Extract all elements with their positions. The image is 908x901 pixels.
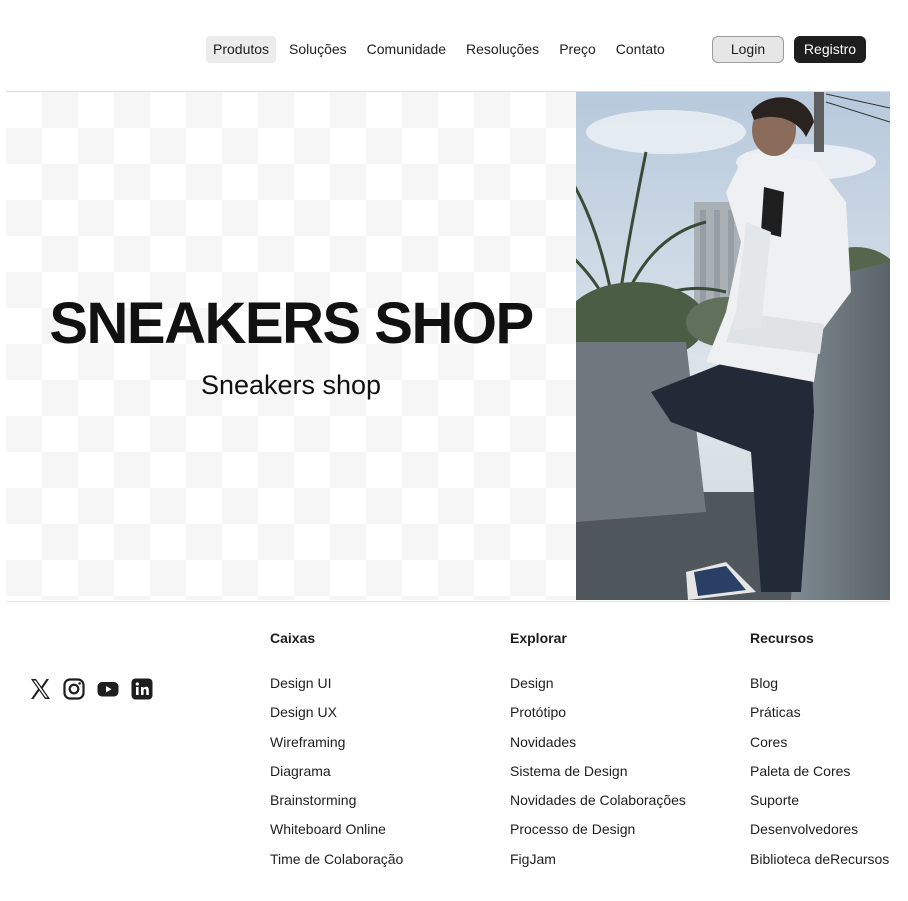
footer-column-recursos: Recursos Blog Práticas Cores Paleta de C… xyxy=(750,630,893,878)
hero-photo xyxy=(576,92,890,600)
nav-item-comunidade[interactable]: Comunidade xyxy=(360,36,453,63)
footer-column-caixas: Caixas Design UI Design UX Wireframing D… xyxy=(270,630,403,878)
nav-item-contato[interactable]: Contato xyxy=(609,36,672,63)
header: Produtos Soluções Comunidade Resoluções … xyxy=(0,0,908,91)
footer-column-explorar: Explorar Design Protótipo Novidades Sist… xyxy=(510,630,686,878)
footer-link[interactable]: Cores xyxy=(750,732,893,761)
footer-link[interactable]: Novidades xyxy=(510,732,686,761)
footer-link[interactable]: Sistema de Design xyxy=(510,761,686,790)
footer-link[interactable]: Design UI xyxy=(270,673,403,702)
hero-subtitle: Sneakers shop xyxy=(200,370,382,400)
login-button[interactable]: Login xyxy=(712,36,784,63)
footer-link[interactable]: Design xyxy=(510,673,686,702)
footer-link[interactable]: Paleta de Cores xyxy=(750,761,893,790)
footer-link[interactable]: Wireframing xyxy=(270,732,403,761)
nav-item-solucoes[interactable]: Soluções xyxy=(282,36,354,63)
footer-link[interactable]: Novidades de Colaborações xyxy=(510,790,686,819)
footer-link[interactable]: Time de Colaboração xyxy=(270,849,403,878)
footer-link[interactable]: FigJam xyxy=(510,849,686,878)
youtube-icon[interactable] xyxy=(96,677,120,701)
footer-column-title: Caixas xyxy=(270,630,316,646)
nav-item-produtos[interactable]: Produtos xyxy=(206,36,277,63)
nav-item-preco[interactable]: Preço xyxy=(552,36,603,63)
social-links xyxy=(28,677,164,701)
hero-title: SNEAKERS SHOP xyxy=(49,291,534,356)
nav-item-resolucoes[interactable]: Resoluções xyxy=(459,36,546,63)
footer-link[interactable]: Whiteboard Online xyxy=(270,819,403,848)
footer-link[interactable]: Desenvolvedores xyxy=(750,819,893,848)
footer-link[interactable]: Processo de Design xyxy=(510,819,686,848)
footer-link[interactable]: Design UX xyxy=(270,702,403,731)
x-icon[interactable] xyxy=(28,677,52,701)
footer-column-title: Explorar xyxy=(510,630,567,646)
hero-photo-illustration xyxy=(576,92,890,600)
footer-link[interactable]: Blog xyxy=(750,673,893,702)
footer-link[interactable]: Práticas xyxy=(750,702,893,731)
register-button[interactable]: Registro xyxy=(794,36,866,63)
instagram-icon[interactable] xyxy=(62,677,86,701)
footer-link[interactable]: Diagrama xyxy=(270,761,403,790)
hero-divider xyxy=(6,601,890,602)
footer-column-title: Recursos xyxy=(750,630,814,646)
footer-link[interactable]: Biblioteca deRecursos xyxy=(750,849,893,878)
hero-text-panel: SNEAKERS SHOP Sneakers shop xyxy=(6,92,576,600)
main-nav: Produtos Soluções Comunidade Resoluções … xyxy=(206,36,678,63)
linkedin-icon[interactable] xyxy=(130,677,154,701)
footer-link[interactable]: Suporte xyxy=(750,790,893,819)
footer-link[interactable]: Protótipo xyxy=(510,702,686,731)
footer-link[interactable]: Brainstorming xyxy=(270,790,403,819)
